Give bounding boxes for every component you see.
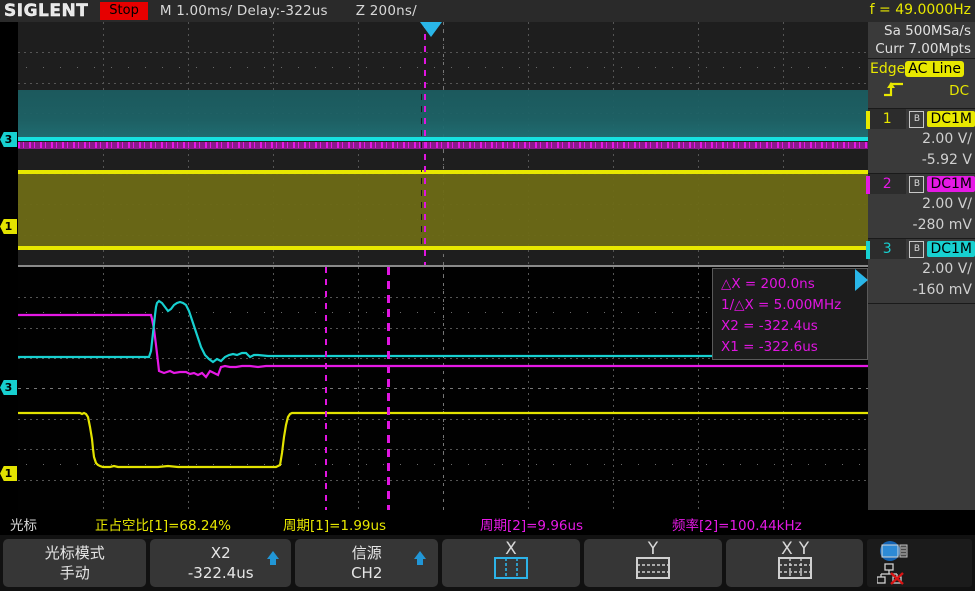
cursor-mode-value: 手动 (60, 563, 90, 583)
cursor-x2-line-zoom[interactable] (387, 267, 390, 510)
cursor-source-value: CH2 (351, 563, 382, 583)
channel-2-panel[interactable]: 2 B DC1M 2.00 V/ -280 mV (868, 174, 975, 239)
ch3-offset: -160 mV (868, 280, 975, 301)
ch1-offset: -5.92 V (868, 150, 975, 171)
cursor-type-x-button[interactable]: X (442, 539, 580, 587)
cursor-source-button[interactable]: 信源 CH2 (295, 539, 438, 587)
trigger-source-label: AC Line (905, 61, 964, 77)
channel-indicator-rail (0, 22, 18, 510)
cursor-delta-x: △X = 200.0ns (721, 274, 867, 295)
measurement-bar-label: 光标 (10, 514, 37, 534)
svg-text:X: X (781, 539, 793, 559)
acquisition-info: Sa 500MSa/s Curr 7.00Mpts (868, 22, 975, 59)
trigger-coupling-label: DC (949, 83, 969, 99)
cursor-x2-line-main[interactable] (424, 22, 426, 265)
waveform-display-area[interactable]: 3 1 3 1 △X = 200.0ns 1/△X = 5.000MHz X2 … (0, 22, 868, 510)
bandwidth-icon: B (909, 176, 924, 193)
cursor-x1-line-main[interactable] (421, 22, 422, 265)
measurement-bar: 光标 正占空比[1]=68.24% 周期[1]=1.99us 周期[2]=9.9… (0, 510, 975, 535)
ch1-number[interactable]: 1 (868, 109, 906, 129)
main-timebase-window[interactable] (18, 22, 868, 265)
ch2-color-edge (866, 176, 870, 194)
ch3-color-edge (866, 241, 870, 259)
network-disconnected-icon[interactable] (877, 563, 911, 589)
trigger-position-icon[interactable] (420, 22, 442, 37)
measurement-frequency-ch2[interactable]: 频率[2]=100.44kHz (672, 514, 802, 534)
top-status-bar: SIGLENT Stop M 1.00ms/ Delay:-322us Z 20… (0, 0, 975, 22)
ch1-trace-zoom (18, 413, 868, 467)
rising-edge-icon (882, 80, 906, 102)
cursor-x1-line-zoom[interactable] (325, 267, 327, 510)
channel-3-panel[interactable]: 3 B DC1M 2.00 V/ -160 mV (868, 239, 975, 304)
oscilloscope-screen: SIGLENT Stop M 1.00ms/ Delay:-322us Z 20… (0, 0, 975, 591)
cursor-source-label: 信源 (352, 544, 382, 563)
run-stop-badge[interactable]: Stop (100, 2, 148, 20)
xy-cursor-icon: X Y (766, 539, 824, 587)
bandwidth-icon: B (909, 111, 924, 128)
frequency-counter-readout: f = 49.0000Hz (870, 2, 971, 18)
ch1-volts-per-div: 2.00 V/ (868, 129, 975, 150)
ch3-number[interactable]: 3 (868, 239, 906, 259)
ch3-trace-main (18, 137, 868, 141)
ch3-volts-per-div: 2.00 V/ (868, 259, 975, 280)
measurement-period-ch2[interactable]: 周期[2]=9.96us (480, 514, 583, 534)
cursor-x2-button[interactable]: X2 -322.4us (150, 539, 291, 587)
cursor-inv-delta-x: 1/△X = 5.000MHz (721, 295, 867, 316)
ch2-coupling[interactable]: DC1M (927, 176, 975, 192)
ch2-number[interactable]: 2 (868, 174, 906, 194)
cursor-x2-value-label: -322.4us (188, 563, 254, 583)
trigger-info-panel[interactable]: Edge AC Line DC (868, 59, 975, 109)
cursor-x1-value: X1 = -322.6us (721, 337, 867, 358)
ch1-persistence-band (18, 172, 868, 249)
cursor-type-y-button[interactable]: Y (584, 539, 722, 587)
measurement-period-ch1[interactable]: 周期[1]=1.99us (283, 514, 386, 534)
ch3-coupling[interactable]: DC1M (927, 241, 975, 257)
measurement-duty-ch1[interactable]: 正占空比[1]=68.24% (95, 514, 231, 534)
memory-depth-readout: Curr 7.00Mpts (868, 40, 975, 58)
cursor-x2-value: X2 = -322.4us (721, 316, 867, 337)
cursor-box-arrow-icon (855, 269, 868, 291)
up-arrow-icon (267, 551, 279, 559)
cursor-measurement-box: △X = 200.0ns 1/△X = 5.000MHz X2 = -322.4… (712, 268, 868, 360)
svg-text:Y: Y (647, 539, 659, 559)
sample-rate-readout: Sa 500MSa/s (868, 22, 975, 40)
ch2-trace-main-dots (18, 142, 868, 148)
bottom-menu-bar: 光标模式 手动 X2 -322.4us 信源 CH2 X (0, 535, 975, 591)
cursor-type-xy-button[interactable]: X Y (726, 539, 864, 587)
ch1-trace-main-top (18, 170, 868, 174)
system-status-panel[interactable] (867, 539, 972, 587)
ch1-color-edge (866, 111, 870, 129)
bandwidth-icon: B (909, 241, 924, 258)
up-arrow-icon (414, 551, 426, 559)
ch2-offset: -280 mV (868, 215, 975, 236)
y-cursor-icon: Y (624, 539, 682, 587)
siglent-logo: SIGLENT (4, 1, 88, 21)
right-sidebar: Sa 500MSa/s Curr 7.00Mpts Edge AC Line D… (868, 22, 975, 510)
ch1-trace-main-bottom (18, 246, 868, 250)
channel-1-panel[interactable]: 1 B DC1M 2.00 V/ -5.92 V (868, 109, 975, 174)
trigger-type-label: Edge (870, 61, 905, 77)
timebase-readout[interactable]: M 1.00ms/ Delay:-322us (160, 3, 328, 19)
cursor-x2-label: X2 (211, 544, 231, 563)
ch1-coupling[interactable]: DC1M (927, 111, 975, 127)
cursor-mode-button[interactable]: 光标模式 手动 (3, 539, 146, 587)
svg-text:Y: Y (797, 539, 809, 559)
ch3-persistence-band (18, 90, 868, 139)
svg-text:X: X (505, 539, 517, 559)
zoom-timebase-readout[interactable]: Z 200ns/ (356, 3, 417, 19)
cursor-mode-label: 光标模式 (45, 544, 105, 563)
ch2-volts-per-div: 2.00 V/ (868, 194, 975, 215)
x-cursor-icon: X (482, 539, 540, 587)
